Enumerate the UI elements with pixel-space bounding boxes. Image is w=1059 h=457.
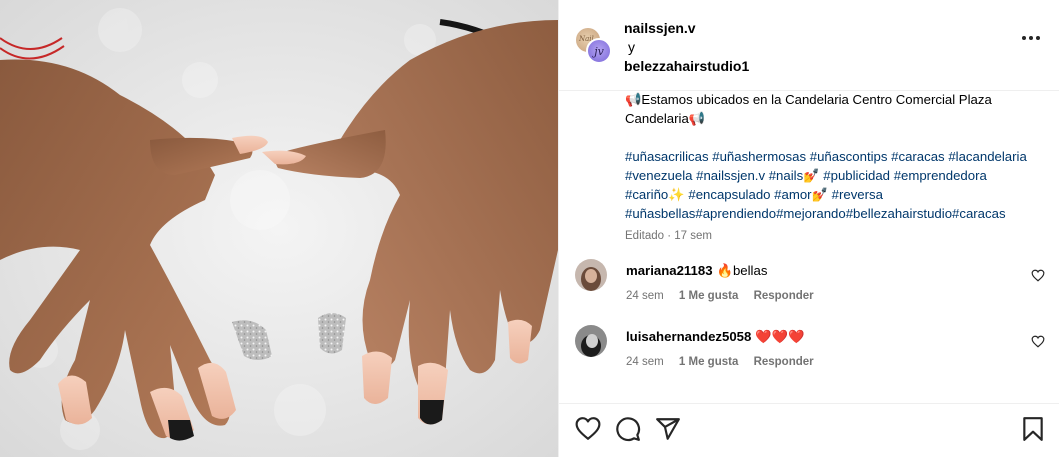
author-conjunction: y — [628, 39, 635, 55]
hashtag-link[interactable]: #uñascontips — [810, 149, 888, 164]
hashtag-link[interactable]: #caracas — [952, 206, 1006, 221]
comment-body: luisahernandez5058 ❤️❤️❤️ — [626, 329, 805, 345]
hashtag-link[interactable]: #publicidad — [823, 168, 890, 183]
hashtag-link[interactable]: #aprendiendo — [695, 206, 776, 221]
post-caption: 📢Estamos ubicados en la Candelaria Centr… — [625, 90, 1045, 246]
post-action-bar — [559, 404, 1059, 454]
comment-text: 🔥bellas — [716, 263, 768, 278]
comment-like-heart-icon[interactable] — [1031, 335, 1045, 348]
hashtag-link[interactable]: #uñasacrilicas — [625, 149, 709, 164]
post-details-panel: Nail jv nailssjen.v y belezzahairstudio1… — [558, 0, 1059, 457]
post-header: Nail jv nailssjen.v y belezzahairstudio1 — [559, 0, 1059, 90]
hashtag-link[interactable]: #mejorando — [776, 206, 846, 221]
comment-text: ❤️❤️❤️ — [755, 329, 805, 344]
nails-photo-illustration — [0, 0, 558, 457]
hashtag-link[interactable]: #nailssjen.v — [696, 168, 765, 183]
bookmark-icon[interactable] — [1020, 416, 1046, 442]
commenter-avatar[interactable] — [575, 325, 607, 357]
hashtag-link[interactable]: #nails💅 — [769, 168, 820, 183]
comment-icon[interactable] — [615, 416, 641, 442]
hashtag-link[interactable]: #emprendedora — [894, 168, 987, 183]
commenter-avatar[interactable] — [575, 259, 607, 291]
comment-likes[interactable]: 1 Me gusta — [679, 356, 738, 368]
comment-like-heart-icon[interactable] — [1031, 269, 1045, 282]
comment-time: 24 sem — [626, 290, 664, 302]
caption-hashtags: #uñasacrilicas #uñashermosas #uñascontip… — [625, 147, 1045, 223]
hashtag-link[interactable]: #venezuela — [625, 168, 692, 183]
comment-actions: 24 sem 1 Me gusta Responder — [626, 356, 826, 368]
hashtag-link[interactable]: #bellezahairstudio — [846, 206, 952, 221]
comment-item: luisahernandez5058 ❤️❤️❤️ 24 sem 1 Me gus… — [575, 325, 1045, 385]
comment-username[interactable]: mariana21183 — [626, 263, 713, 278]
reply-button[interactable]: Responder — [754, 290, 814, 302]
reply-button[interactable]: Responder — [754, 356, 814, 368]
hashtag-link[interactable]: #cariño✨ — [625, 187, 685, 202]
heart-icon[interactable] — [575, 416, 601, 442]
hashtag-link[interactable]: #amor💅 — [774, 187, 828, 202]
send-icon[interactable] — [655, 416, 681, 442]
coauthor-avatar[interactable]: jv — [586, 38, 612, 64]
hashtag-link[interactable]: #caracas — [891, 149, 945, 164]
hashtag-link[interactable]: #lacandelaria — [948, 149, 1026, 164]
coauthor-username[interactable]: belezzahairstudio1 — [624, 57, 749, 76]
post-photo[interactable] — [0, 0, 558, 457]
comment-actions: 24 sem 1 Me gusta Responder — [626, 290, 826, 302]
more-options-icon[interactable] — [1022, 36, 1040, 42]
author-names: nailssjen.v y belezzahairstudio1 — [624, 19, 749, 76]
comment-likes[interactable]: 1 Me gusta — [679, 290, 738, 302]
author-username[interactable]: nailssjen.v — [624, 19, 749, 38]
caption-text: 📢Estamos ubicados en la Candelaria Centr… — [625, 92, 992, 126]
comment-item: mariana21183 🔥bellas 24 sem 1 Me gusta Re… — [575, 259, 1045, 319]
hashtag-link[interactable]: #uñashermosas — [712, 149, 806, 164]
edited-timestamp: Editado · 17 sem — [625, 230, 712, 242]
hashtag-link[interactable]: #uñasbellas — [625, 206, 695, 221]
avatar-monogram: jv — [594, 44, 604, 58]
hashtag-link[interactable]: #reversa — [832, 187, 883, 202]
hashtag-link[interactable]: #encapsulado — [688, 187, 770, 202]
comment-time: 24 sem — [626, 356, 664, 368]
comment-body: mariana21183 🔥bellas — [626, 263, 767, 279]
comment-username[interactable]: luisahernandez5058 — [626, 329, 751, 344]
author-avatars[interactable]: Nail jv — [574, 26, 612, 64]
